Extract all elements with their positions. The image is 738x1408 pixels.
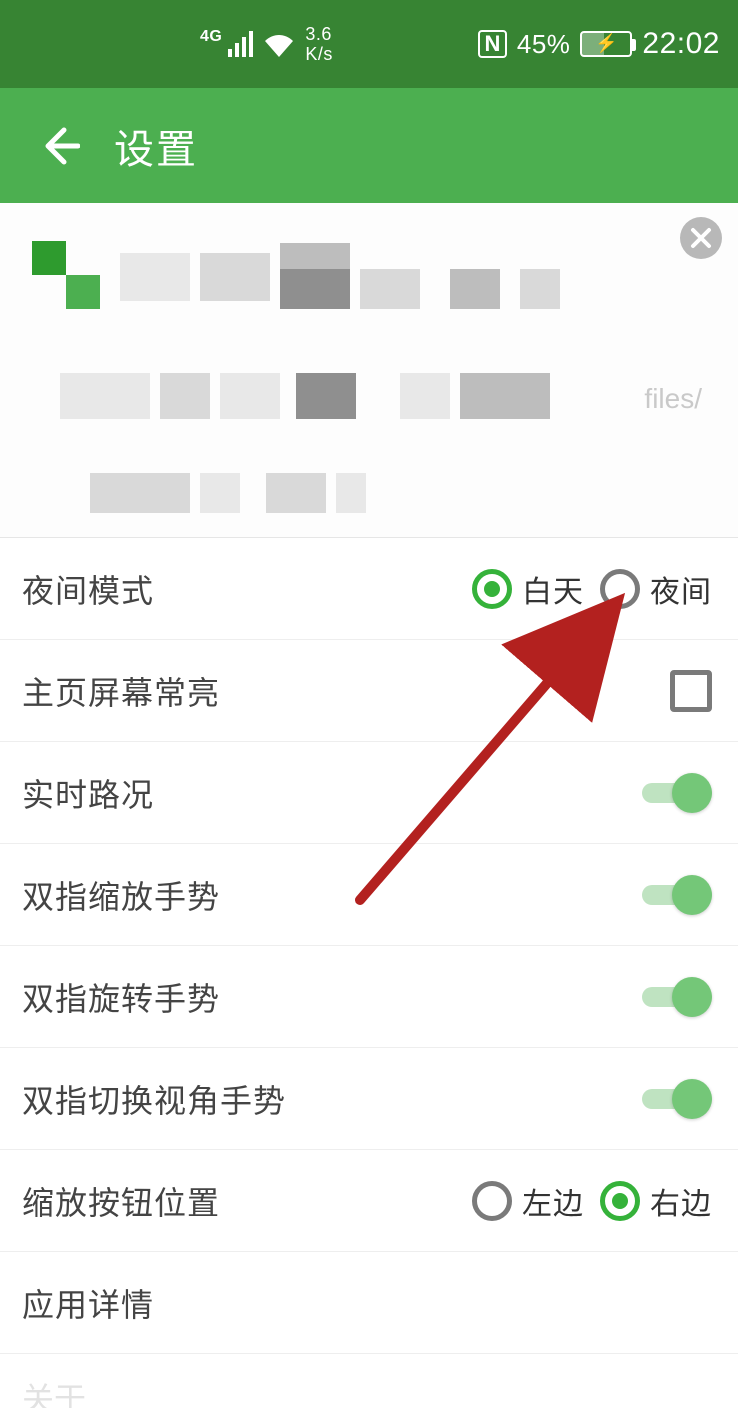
close-icon[interactable] <box>680 217 722 259</box>
row-keep-screen-on: 主页屏幕常亮 <box>0 640 738 742</box>
clock: 22:02 <box>642 27 720 61</box>
app-detail-label: 应用详情 <box>22 1280 154 1326</box>
zoom-pos-right-radio[interactable]: 右边 <box>600 1179 712 1223</box>
back-button[interactable] <box>40 126 80 166</box>
pinch-switch[interactable] <box>642 875 712 915</box>
night-mode-label: 夜间模式 <box>22 566 154 612</box>
row-tilt-gesture: 双指切换视角手势 <box>0 1048 738 1150</box>
app-bar: 设置 <box>0 88 738 203</box>
traffic-label: 实时路况 <box>22 770 154 816</box>
row-about-cutoff[interactable]: 关于 <box>0 1354 738 1408</box>
status-bar: 4G 3.6 K/s N 45% ⚡ 22:02 <box>0 0 738 88</box>
row-realtime-traffic: 实时路况 <box>0 742 738 844</box>
page-title: 设置 <box>114 117 198 175</box>
redacted-path-hint: files/ <box>644 383 702 415</box>
redacted-ad-panel: files/ <box>0 203 738 538</box>
rotate-label: 双指旋转手势 <box>22 974 220 1020</box>
settings-list: 夜间模式 白天 夜间 主页屏幕常亮 实时路况 双指缩放手势 双指旋转手势 <box>0 538 738 1408</box>
net-speed: 3.6 K/s <box>305 24 333 64</box>
battery-icon: ⚡ <box>580 31 632 57</box>
row-night-mode: 夜间模式 白天 夜间 <box>0 538 738 640</box>
traffic-switch[interactable] <box>642 773 712 813</box>
night-mode-day-radio[interactable]: 白天 <box>472 567 584 611</box>
wifi-icon <box>263 31 295 57</box>
keep-screen-label: 主页屏幕常亮 <box>22 668 220 714</box>
row-rotate-gesture: 双指旋转手势 <box>0 946 738 1048</box>
signal-icon <box>228 31 253 57</box>
pinch-label: 双指缩放手势 <box>22 872 220 918</box>
network-type: 4G <box>200 28 222 46</box>
keep-screen-checkbox[interactable] <box>670 670 712 712</box>
row-pinch-zoom: 双指缩放手势 <box>0 844 738 946</box>
battery-percent: 45% <box>517 29 571 60</box>
tilt-switch[interactable] <box>642 1079 712 1119</box>
night-mode-night-radio[interactable]: 夜间 <box>600 567 712 611</box>
zoom-pos-label: 缩放按钮位置 <box>22 1178 220 1224</box>
app-logo-icon <box>32 241 100 309</box>
rotate-switch[interactable] <box>642 977 712 1017</box>
nfc-icon: N <box>478 30 506 58</box>
tilt-label: 双指切换视角手势 <box>22 1076 286 1122</box>
zoom-pos-left-radio[interactable]: 左边 <box>472 1179 584 1223</box>
row-zoom-btn-position: 缩放按钮位置 左边 右边 <box>0 1150 738 1252</box>
row-app-detail[interactable]: 应用详情 <box>0 1252 738 1354</box>
